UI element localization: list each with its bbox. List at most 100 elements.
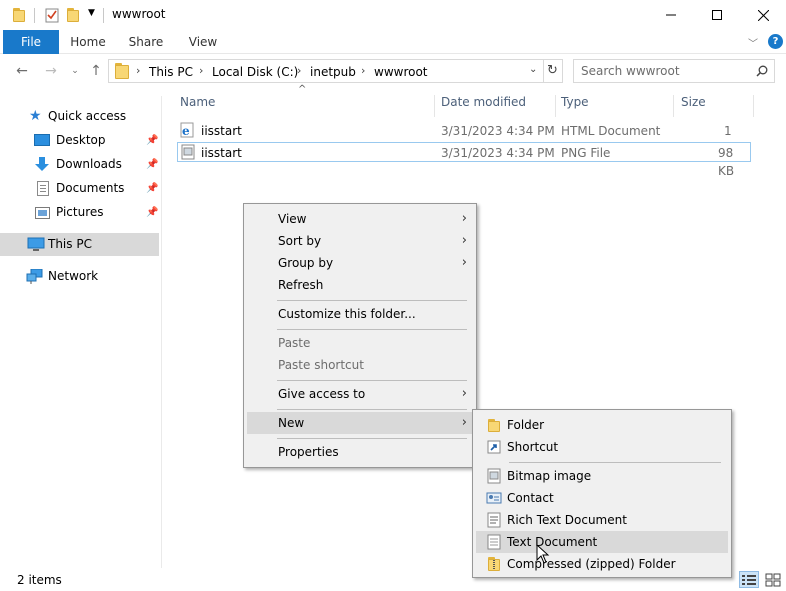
close-button[interactable]	[740, 0, 786, 30]
folder-icon	[486, 417, 502, 433]
search-icon[interactable]	[756, 65, 768, 77]
breadcrumb-inetpub[interactable]: inetpub	[310, 65, 356, 79]
forward-arrow-icon[interactable]: →	[40, 61, 62, 81]
minimize-button[interactable]	[648, 0, 694, 30]
contact-card-icon	[486, 490, 502, 506]
address-bar[interactable]: › This PC › Local Disk (C:) › inetpub › …	[108, 59, 544, 83]
computer-icon	[27, 237, 45, 251]
divider	[34, 8, 35, 23]
column-header-date[interactable]: Date modified	[437, 95, 556, 117]
zip-folder-icon	[486, 556, 502, 572]
tab-file[interactable]: File	[3, 30, 59, 54]
details-view-icon[interactable]	[739, 571, 759, 588]
ribbon-tabs: File Home Share View ﹀ ?	[0, 30, 786, 54]
tab-view[interactable]: View	[180, 30, 226, 54]
column-header-size[interactable]: Size	[675, 95, 754, 117]
menu-label: New	[278, 416, 305, 430]
nav-documents[interactable]: Documents 📌	[0, 177, 159, 200]
search-input[interactable]: Search wwwroot	[581, 64, 680, 78]
menu-item-refresh[interactable]: Refresh	[247, 274, 473, 296]
context-menu: View › Sort by › Group by › Refresh Customi…	[243, 203, 477, 468]
breadcrumb-wwwroot[interactable]: wwwroot	[374, 65, 428, 79]
breadcrumb-this-pc[interactable]: This PC	[149, 65, 193, 79]
nav-this-pc[interactable]: This PC	[0, 233, 159, 256]
up-arrow-icon[interactable]: ↑	[85, 61, 107, 81]
menu-item-properties[interactable]: Properties	[247, 441, 473, 463]
pin-icon[interactable]: 📌	[146, 129, 158, 152]
menu-item-paste[interactable]: Paste	[247, 332, 473, 354]
menu-label: Sort by	[278, 234, 322, 248]
nav-pictures[interactable]: Pictures 📌	[0, 201, 159, 224]
folder-icon[interactable]	[12, 7, 28, 23]
html-file-icon: e	[180, 122, 194, 138]
new-folder-icon[interactable]	[66, 7, 82, 23]
column-header-name[interactable]: Name	[178, 95, 435, 117]
chevron-right-icon: ›	[461, 415, 467, 430]
tab-home[interactable]: Home	[64, 30, 112, 54]
expand-ribbon-icon[interactable]: ﹀	[748, 35, 758, 50]
submenu-item-text-document[interactable]: Text Document	[476, 531, 728, 553]
file-date: 3/31/2023 4:34 PM	[441, 146, 555, 160]
column-label: Date modified	[441, 95, 527, 109]
menu-item-new[interactable]: New ›	[247, 412, 473, 434]
breadcrumb-local-disk[interactable]: Local Disk (C:)	[212, 65, 298, 79]
menu-separator	[277, 380, 467, 381]
chevron-right-icon[interactable]: ›	[199, 64, 203, 77]
menu-item-paste-shortcut[interactable]: Paste shortcut	[247, 354, 473, 376]
submenu-item-folder[interactable]: Folder	[476, 414, 728, 436]
nav-desktop[interactable]: Desktop 📌	[0, 129, 159, 152]
svg-text:e: e	[182, 124, 190, 138]
submenu-item-contact[interactable]: Contact	[476, 487, 728, 509]
help-icon[interactable]: ?	[768, 34, 783, 49]
column-label: Size	[681, 95, 706, 109]
menu-label: View	[278, 212, 307, 226]
chevron-right-icon[interactable]: ›	[361, 64, 365, 77]
menu-item-customize[interactable]: Customize this folder...	[247, 303, 473, 325]
file-type: HTML Document	[561, 124, 661, 138]
nav-quick-access[interactable]: ★ Quick access	[0, 105, 159, 128]
bitmap-image-icon	[486, 468, 502, 484]
file-size: 98 KB	[718, 146, 735, 178]
window-title: wwwroot	[112, 7, 166, 21]
submenu-item-rich-text[interactable]: Rich Text Document	[476, 509, 728, 531]
submenu-item-shortcut[interactable]: Shortcut	[476, 436, 728, 458]
sort-ascending-icon: ^	[298, 84, 307, 95]
column-header-type[interactable]: Type	[557, 95, 674, 117]
maximize-button[interactable]	[694, 0, 740, 30]
refresh-button[interactable]: ↻	[543, 59, 563, 83]
chevron-right-icon: ›	[461, 211, 467, 226]
menu-label: Properties	[278, 445, 339, 459]
nav-network[interactable]: Network	[0, 265, 159, 288]
submenu-item-zip[interactable]: Compressed (zipped) Folder	[476, 553, 728, 575]
menu-label: Text Document	[507, 535, 598, 549]
nav-downloads[interactable]: Downloads 📌	[0, 153, 159, 176]
table-row[interactable]: e iisstart 3/31/2023 4:34 PM HTML Docume…	[177, 121, 751, 156]
shortcut-arrow-icon	[486, 439, 502, 455]
tab-share[interactable]: Share	[122, 30, 170, 54]
customize-quick-access-dropdown-icon[interactable]: ▼	[88, 8, 95, 18]
search-box[interactable]: Search wwwroot	[573, 59, 775, 83]
table-row[interactable]: iisstart 3/31/2023 4:34 PM PNG File 98 K…	[177, 142, 751, 178]
menu-item-give-access[interactable]: Give access to ›	[247, 383, 473, 405]
properties-check-icon[interactable]	[44, 7, 60, 23]
pin-icon[interactable]: 📌	[146, 201, 158, 224]
pin-icon[interactable]: 📌	[146, 153, 158, 176]
recent-locations-chevron-icon[interactable]: ⌄	[64, 61, 86, 81]
pin-icon[interactable]: 📌	[146, 177, 158, 200]
chevron-right-icon[interactable]: ›	[297, 64, 301, 77]
chevron-right-icon[interactable]: ›	[136, 64, 140, 77]
menu-label: Refresh	[278, 278, 324, 292]
menu-separator	[277, 329, 467, 330]
desktop-icon	[34, 134, 50, 146]
back-arrow-icon[interactable]: ←	[11, 61, 33, 81]
menu-separator	[277, 438, 467, 439]
rich-text-document-icon	[486, 512, 502, 528]
menu-item-sort-by[interactable]: Sort by ›	[247, 230, 473, 252]
submenu-item-bitmap[interactable]: Bitmap image	[476, 465, 728, 487]
file-type: PNG File	[561, 146, 611, 160]
menu-item-group-by[interactable]: Group by ›	[247, 252, 473, 274]
address-dropdown-icon[interactable]: ⌄	[529, 64, 537, 75]
file-date: 3/31/2023 4:34 PM	[441, 124, 555, 138]
menu-item-view[interactable]: View ›	[247, 208, 473, 230]
large-icons-view-icon[interactable]	[764, 572, 782, 587]
